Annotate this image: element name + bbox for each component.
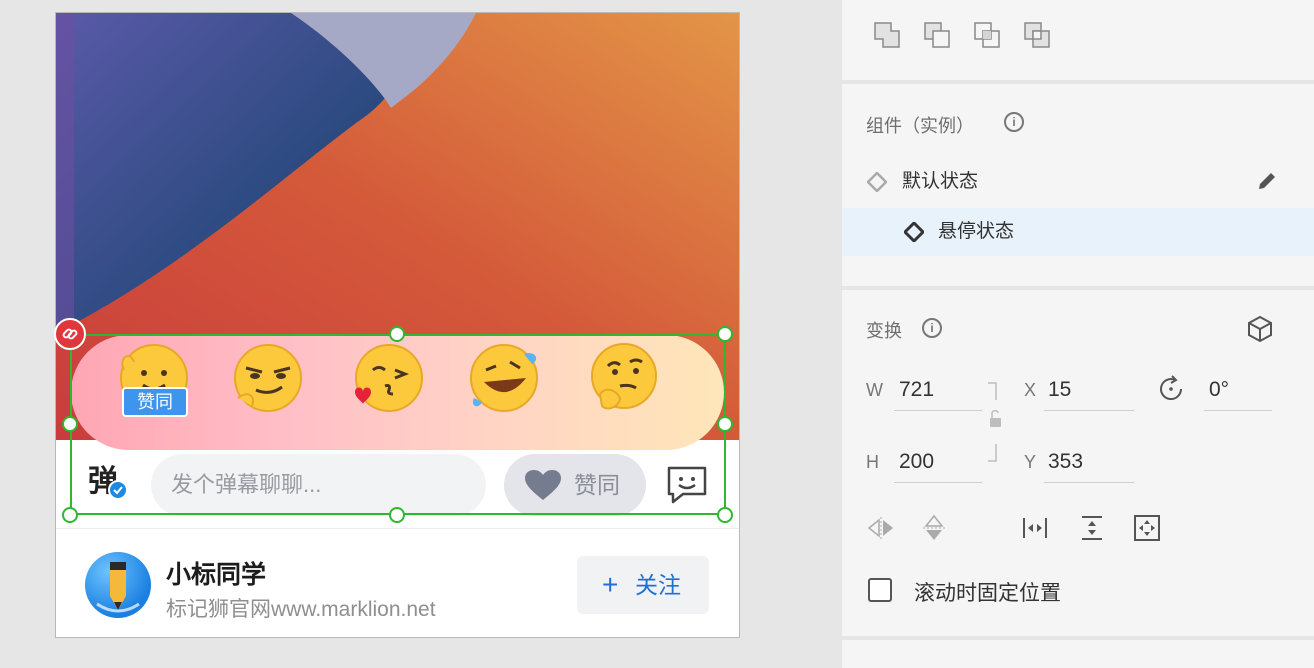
boolean-ops-section xyxy=(842,0,1314,80)
like-button[interactable]: 赞同 xyxy=(504,454,646,516)
distribute-vertical-icon[interactable] xyxy=(1077,513,1107,543)
follow-label: 关注 xyxy=(635,572,681,598)
like-label: 赞同 xyxy=(574,472,620,498)
fix-position-checkbox[interactable] xyxy=(868,578,892,602)
width-label: W xyxy=(866,380,883,400)
artboard[interactable] xyxy=(55,12,740,638)
fit-container-icon[interactable] xyxy=(1132,513,1162,543)
flip-vertical-icon[interactable] xyxy=(919,513,949,543)
resize-handle-bottom[interactable] xyxy=(389,507,405,523)
aspect-lock-icon[interactable] xyxy=(986,382,1002,462)
y-field[interactable]: 353 xyxy=(1048,450,1083,474)
resize-handle-bottom-right[interactable] xyxy=(717,507,733,523)
danmu-toggle[interactable]: 弹 xyxy=(88,464,128,500)
fix-position-label: 滚动时固定位置 xyxy=(914,582,1061,605)
resize-handle-left[interactable] xyxy=(62,416,78,432)
state-label: 默认状态 xyxy=(902,171,979,192)
transform-section-title: 变换 xyxy=(866,321,902,341)
chat-bubble-icon[interactable] xyxy=(665,464,709,506)
flip-horizontal-icon[interactable] xyxy=(866,513,896,543)
x-field[interactable]: 15 xyxy=(1048,378,1071,402)
emoji-kiss-icon[interactable] xyxy=(349,340,425,416)
exclude-icon[interactable] xyxy=(1022,20,1052,50)
properties-panel: 组件（实例） i 默认状态 悬停状态 变换 i W 721 H 200 X 15… xyxy=(842,0,1314,668)
width-underline xyxy=(894,410,982,411)
intersect-icon[interactable] xyxy=(972,20,1002,50)
check-badge-icon xyxy=(108,480,128,500)
subtract-icon[interactable] xyxy=(922,20,952,50)
height-field[interactable]: 200 xyxy=(899,450,934,474)
rotation-field[interactable]: 0° xyxy=(1209,378,1229,402)
emoji-smirk-icon[interactable] xyxy=(230,340,306,416)
width-field[interactable]: 721 xyxy=(899,378,934,402)
resize-handle-top[interactable] xyxy=(389,326,405,342)
distribute-horizontal-icon[interactable] xyxy=(1020,513,1050,543)
info-icon[interactable]: i xyxy=(922,318,942,338)
height-label: H xyxy=(866,452,879,472)
link-icon[interactable] xyxy=(54,318,86,350)
component-diamond-icon xyxy=(867,172,887,192)
x-label: X xyxy=(1024,380,1037,400)
pencil-icon xyxy=(96,562,140,613)
height-underline xyxy=(894,482,982,483)
rotate-icon[interactable] xyxy=(1156,374,1186,404)
state-label: 悬停状态 xyxy=(938,221,1015,242)
y-underline xyxy=(1044,482,1134,483)
state-row-hover[interactable]: 悬停状态 xyxy=(842,208,1314,256)
follow-button[interactable]: + 关注 xyxy=(577,556,709,614)
divider xyxy=(56,528,739,529)
rotation-underline xyxy=(1204,410,1272,411)
resize-handle-top-right[interactable] xyxy=(717,326,733,342)
plus-icon: + xyxy=(602,569,619,600)
divider xyxy=(842,636,1314,640)
component-section-title: 组件（实例） xyxy=(866,116,974,136)
emoji-laugh-cry-icon[interactable] xyxy=(466,340,542,416)
x-underline xyxy=(1044,410,1134,411)
transform-section: 变换 i W 721 H 200 X 15 Y 353 0° 滚动时固定位置 xyxy=(842,290,1314,636)
user-subtitle: 标记狮官网www.marklion.net xyxy=(166,598,436,621)
design-canvas[interactable]: 赞同 弹 发个弹幕聊聊... 赞同 小标同学 标记狮官网www.marklion… xyxy=(0,0,842,668)
component-diamond-icon xyxy=(904,222,924,242)
resize-handle-bottom-left[interactable] xyxy=(62,507,78,523)
username: 小标同学 xyxy=(166,561,267,589)
y-label: Y xyxy=(1024,452,1037,472)
danmu-input[interactable]: 发个弹幕聊聊... xyxy=(151,454,486,516)
component-section: 组件（实例） i 默认状态 悬停状态 xyxy=(842,84,1314,286)
state-row-default[interactable]: 默认状态 xyxy=(842,158,1314,206)
union-icon[interactable] xyxy=(872,20,902,50)
info-icon[interactable]: i xyxy=(1004,112,1024,132)
avatar[interactable] xyxy=(85,552,151,618)
emoji-thinking-icon[interactable] xyxy=(586,340,662,416)
zan-badge: 赞同 xyxy=(122,387,188,417)
heart-icon xyxy=(525,470,561,500)
resize-handle-right[interactable] xyxy=(717,416,733,432)
3d-cube-icon[interactable] xyxy=(1245,314,1275,344)
edit-pencil-icon[interactable] xyxy=(1256,170,1278,192)
